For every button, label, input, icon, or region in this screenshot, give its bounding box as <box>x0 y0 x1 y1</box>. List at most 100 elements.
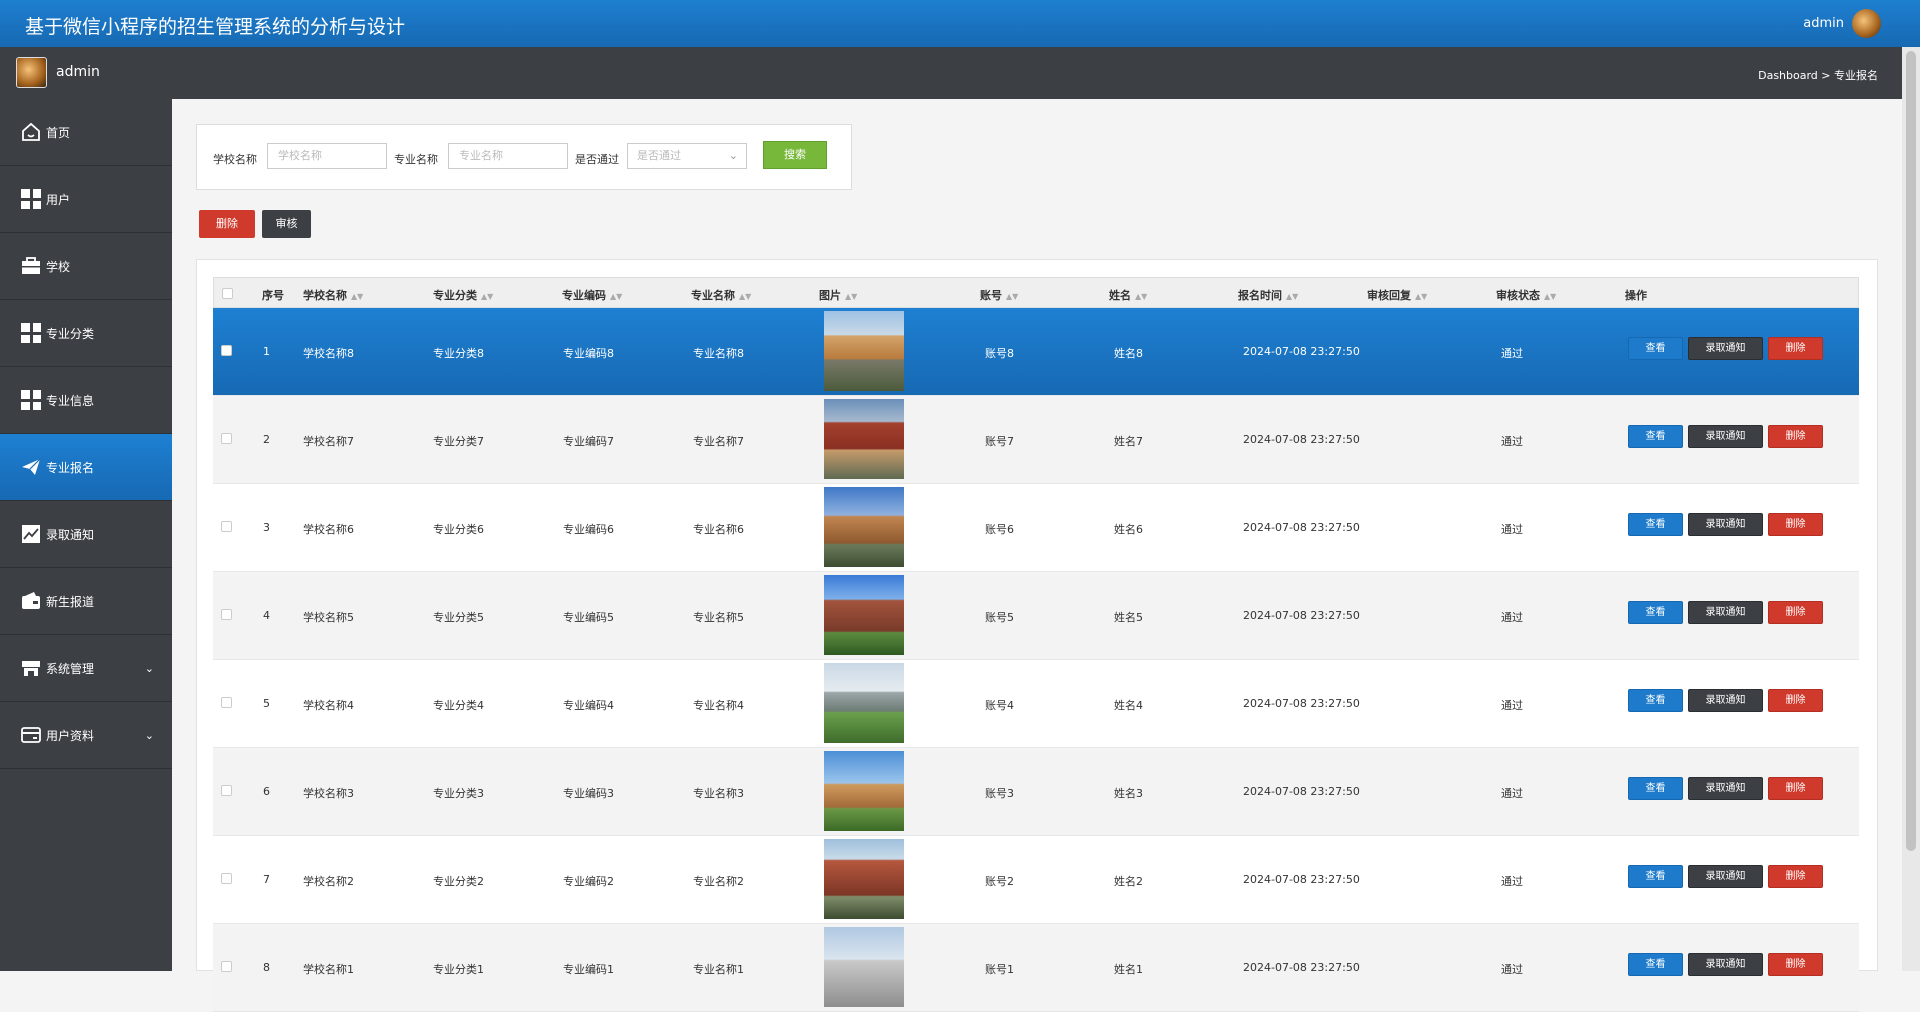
top-avatar[interactable] <box>1852 9 1881 38</box>
view-button[interactable]: 查看 <box>1628 601 1683 624</box>
col-category[interactable]: 专业分类 ▲▼ <box>433 287 493 303</box>
col-code[interactable]: 专业编码 ▲▼ <box>562 287 622 303</box>
row-actions: 查看 录取通知 删除 <box>1628 425 1823 448</box>
row-checkbox[interactable] <box>221 961 232 972</box>
delete-button[interactable]: 删除 <box>1768 513 1823 536</box>
delete-button[interactable]: 删除 <box>1768 601 1823 624</box>
row-checkbox[interactable] <box>221 873 232 884</box>
sidebar-item-freshman-report[interactable]: 新生报道 <box>0 568 172 635</box>
delete-button[interactable]: 删除 <box>1768 425 1823 448</box>
view-button[interactable]: 查看 <box>1628 513 1683 536</box>
search-button[interactable]: 搜索 <box>763 141 827 169</box>
cell-school: 学校名称7 <box>303 435 354 448</box>
col-major[interactable]: 专业名称 ▲▼ <box>691 287 751 303</box>
cell-status: 通过 <box>1501 875 1523 888</box>
table-row[interactable]: 3 学校名称6 专业分类6 专业编码6 专业名称6 账号6 姓名6 2024-0… <box>213 484 1859 572</box>
table-row[interactable]: 4 学校名称5 专业分类5 专业编码5 专业名称5 账号5 姓名5 2024-0… <box>213 572 1859 660</box>
col-label: 审核回复 <box>1367 289 1411 302</box>
view-button[interactable]: 查看 <box>1628 425 1683 448</box>
col-reply[interactable]: 审核回复 ▲▼ <box>1367 287 1427 303</box>
col-account[interactable]: 账号 ▲▼ <box>980 287 1018 303</box>
row-checkbox[interactable] <box>221 433 232 444</box>
sidebar-item-school[interactable]: 学校 <box>0 233 172 300</box>
major-name-input[interactable]: 专业名称 <box>448 143 568 169</box>
building-photo[interactable] <box>824 751 904 831</box>
view-button[interactable]: 查看 <box>1628 689 1683 712</box>
building-photo[interactable] <box>824 663 904 743</box>
cell-no: 7 <box>263 873 270 886</box>
delete-button[interactable]: 删除 <box>1768 689 1823 712</box>
sidebar-item-major-signup[interactable]: 专业报名 <box>0 434 172 501</box>
cell-status: 通过 <box>1501 435 1523 448</box>
table-row[interactable]: 5 学校名称4 专业分类4 专业编码4 专业名称4 账号4 姓名4 2024-0… <box>213 660 1859 748</box>
sort-icon: ▲▼ <box>1415 292 1428 301</box>
row-checkbox[interactable] <box>221 521 232 532</box>
row-checkbox[interactable] <box>221 785 232 796</box>
building-photo[interactable] <box>824 399 904 479</box>
table-row[interactable]: 1 学校名称8 专业分类8 专业编码8 专业名称8 账号8 姓名8 2024-0… <box>213 308 1859 396</box>
admission-notice-button[interactable]: 录取通知 <box>1688 337 1763 360</box>
school-name-input[interactable]: 学校名称 <box>267 143 387 169</box>
table-row[interactable]: 2 学校名称7 专业分类7 专业编码7 专业名称7 账号7 姓名7 2024-0… <box>213 396 1859 484</box>
admission-notice-button[interactable]: 录取通知 <box>1688 601 1763 624</box>
row-checkbox[interactable] <box>221 345 232 356</box>
table-row[interactable]: 8 学校名称1 专业分类1 专业编码1 专业名称1 账号1 姓名1 2024-0… <box>213 924 1859 1012</box>
sidebar-item-users[interactable]: 用户 <box>0 166 172 233</box>
view-button[interactable]: 查看 <box>1628 777 1683 800</box>
col-name[interactable]: 姓名 ▲▼ <box>1109 287 1147 303</box>
building-photo[interactable] <box>824 311 904 391</box>
cell-code: 专业编码6 <box>563 523 614 536</box>
sidebar-item-user-profile[interactable]: 用户资料 ⌄ <box>0 702 172 769</box>
top-username[interactable]: admin <box>1803 16 1844 31</box>
admission-notice-button[interactable]: 录取通知 <box>1688 865 1763 888</box>
cell-name: 姓名3 <box>1114 787 1143 800</box>
delete-button[interactable]: 删除 <box>1768 777 1823 800</box>
cell-no: 5 <box>263 697 270 710</box>
scrollbar-thumb[interactable] <box>1906 51 1916 851</box>
sidebar-item-major-category[interactable]: 专业分类 <box>0 300 172 367</box>
page-scrollbar[interactable] <box>1902 47 1920 971</box>
cell-status: 通过 <box>1501 699 1523 712</box>
delete-button[interactable]: 删除 <box>1768 337 1823 360</box>
table-row[interactable]: 6 学校名称3 专业分类3 专业编码3 专业名称3 账号3 姓名3 2024-0… <box>213 748 1859 836</box>
row-checkbox[interactable] <box>221 609 232 620</box>
admission-notice-button[interactable]: 录取通知 <box>1688 777 1763 800</box>
sidebar-item-system[interactable]: 系统管理 ⌄ <box>0 635 172 702</box>
admission-notice-button[interactable]: 录取通知 <box>1688 953 1763 976</box>
view-button[interactable]: 查看 <box>1628 865 1683 888</box>
view-button[interactable]: 查看 <box>1628 953 1683 976</box>
sidebar-item-major-info[interactable]: 专业信息 <box>0 367 172 434</box>
row-actions: 查看 录取通知 删除 <box>1628 689 1823 712</box>
select-all-checkbox[interactable] <box>222 288 233 299</box>
pass-status-select[interactable]: 是否通过 ⌄ <box>627 143 747 169</box>
batch-audit-button[interactable]: 审核 <box>262 210 311 238</box>
cell-account: 账号4 <box>985 699 1014 712</box>
admission-notice-button[interactable]: 录取通知 <box>1688 689 1763 712</box>
sidebar-username: admin <box>56 64 100 80</box>
top-header: 基于微信小程序的招生管理系统的分析与设计 admin <box>0 0 1920 47</box>
admission-notice-button[interactable]: 录取通知 <box>1688 513 1763 536</box>
sidebar-item-home[interactable]: 首页 <box>0 99 172 166</box>
cell-time: 2024-07-08 23:27:50 <box>1243 697 1360 710</box>
building-photo[interactable] <box>824 839 904 919</box>
cell-status: 通过 <box>1501 523 1523 536</box>
col-status[interactable]: 审核状态 ▲▼ <box>1496 287 1556 303</box>
table-row[interactable]: 7 学校名称2 专业分类2 专业编码2 专业名称2 账号2 姓名2 2024-0… <box>213 836 1859 924</box>
col-school[interactable]: 学校名称 ▲▼ <box>303 287 363 303</box>
building-photo[interactable] <box>824 487 904 567</box>
sort-icon: ▲▼ <box>1006 292 1019 301</box>
delete-button[interactable]: 删除 <box>1768 953 1823 976</box>
batch-delete-button[interactable]: 删除 <box>199 210 255 238</box>
cell-time: 2024-07-08 23:27:50 <box>1243 521 1360 534</box>
school-name-label: 学校名称 <box>213 153 257 166</box>
col-image[interactable]: 图片 ▲▼ <box>819 287 857 303</box>
building-photo[interactable] <box>824 927 904 1007</box>
sidebar-item-admission-notice[interactable]: 录取通知 <box>0 501 172 568</box>
delete-button[interactable]: 删除 <box>1768 865 1823 888</box>
row-checkbox[interactable] <box>221 697 232 708</box>
sidebar-item-label: 首页 <box>46 125 71 140</box>
admission-notice-button[interactable]: 录取通知 <box>1688 425 1763 448</box>
col-time[interactable]: 报名时间 ▲▼ <box>1238 287 1298 303</box>
building-photo[interactable] <box>824 575 904 655</box>
view-button[interactable]: 查看 <box>1628 337 1683 360</box>
